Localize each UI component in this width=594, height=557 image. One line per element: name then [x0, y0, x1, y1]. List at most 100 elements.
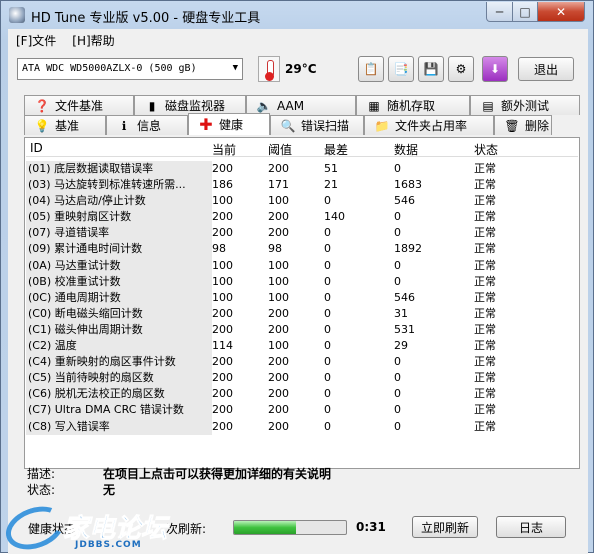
table-row[interactable]: (C5) 当前待映射的扇区数 200 200 0 0 正常	[26, 370, 578, 387]
tabs-bottom-row: 💡 基准 ℹ 信息 ✚ 健康 🔍 错误扫描 📁 文件夹占用率 🗑 删除	[24, 113, 552, 135]
cell-id: (C6) 脱机无法校正的扇区数	[26, 386, 212, 403]
cell-current: 200	[212, 322, 233, 336]
cell-current: 100	[212, 258, 233, 272]
table-row[interactable]: (03) 马达旋转到标准转速所需... 186 171 21 1683 正常	[26, 177, 578, 194]
col-threshold[interactable]: 阈值	[268, 139, 324, 157]
menu-help[interactable]: [H]帮助	[72, 32, 114, 49]
col-data[interactable]: 数据	[394, 139, 474, 157]
tab-info[interactable]: ℹ 信息	[106, 115, 188, 135]
cell-id: (C5) 当前待映射的扇区数	[26, 370, 212, 387]
table-row[interactable]: (01) 底层数据读取错误率 200 200 51 0 正常	[26, 161, 578, 178]
smart-table: ID 当前 阈值 最差 数据 状态 (01) 底层数据读取错误率 200 200 51…	[24, 137, 580, 469]
refresh-now-button[interactable]: 立即刷新	[412, 516, 478, 538]
cell-current: 100	[212, 290, 233, 304]
table-row[interactable]: (04) 马达启动/停止计数 100 100 0 546 正常	[26, 193, 578, 210]
log-button[interactable]: 日志	[496, 516, 566, 538]
cell-threshold: 100	[268, 274, 289, 288]
cell-id: (07) 寻道错误率	[26, 225, 212, 242]
cell-status: 正常	[474, 226, 496, 240]
tab-aam[interactable]: 🔈 AAM	[246, 95, 356, 115]
cell-status: 正常	[474, 290, 496, 304]
cell-data: 0	[394, 371, 401, 385]
copy-icon: 📋	[363, 62, 379, 76]
table-row[interactable]: (0A) 马达重试计数 100 100 0 0 正常	[26, 257, 578, 274]
col-current[interactable]: 当前	[212, 139, 268, 157]
title-bar[interactable]: HD Tune 专业版 v5.00 - 硬盘专业工具 ─ □ ✕	[1, 1, 593, 29]
tab-random-access[interactable]: ▦ 随机存取	[356, 95, 470, 115]
tab-disk-monitor[interactable]: ▮ 磁盘监视器	[134, 95, 246, 115]
tab-file-benchmark[interactable]: ❓ 文件基准	[24, 95, 134, 115]
cell-status: 正常	[474, 258, 496, 272]
lightbulb-icon: 💡	[34, 118, 50, 133]
table-row[interactable]: (09) 累计通电时间计数 98 98 0 1892 正常	[26, 241, 578, 258]
cell-worst: 140	[324, 210, 345, 224]
menu-file[interactable]: [F]文件	[16, 32, 56, 49]
cell-threshold: 171	[268, 178, 289, 192]
state-value: 无	[103, 483, 116, 497]
folder-icon: 📁	[374, 118, 390, 133]
cell-current: 186	[212, 178, 233, 192]
save-button[interactable]: 💾	[418, 56, 444, 82]
cell-data: 1683	[394, 178, 422, 192]
table-row[interactable]: (C2) 温度 114 100 0 29 正常	[26, 338, 578, 355]
table-row[interactable]: (C7) Ultra DMA CRC 错误计数 200 200 0 0 正常	[26, 402, 578, 419]
cell-threshold: 98	[268, 242, 282, 256]
minimize-button[interactable]: ─	[486, 2, 513, 22]
cell-status: 正常	[474, 403, 496, 417]
cell-worst: 0	[324, 274, 331, 288]
cell-threshold: 200	[268, 210, 289, 224]
table-row[interactable]: (0B) 校准重试计数 100 100 0 0 正常	[26, 273, 578, 290]
settings-button[interactable]: ⚙	[448, 56, 474, 82]
col-worst[interactable]: 最差	[324, 139, 394, 157]
table-row[interactable]: (05) 重映射扇区计数 200 200 140 0 正常	[26, 209, 578, 226]
close-button[interactable]: ✕	[537, 2, 585, 22]
table-row[interactable]: (C8) 写入错误率 200 200 0 0 正常	[26, 418, 578, 435]
cell-current: 200	[212, 162, 233, 175]
cell-worst: 0	[324, 258, 331, 272]
tab-benchmark[interactable]: 💡 基准	[24, 115, 106, 135]
client-area: [F]文件 [H]帮助 ATA WDC WD5000AZLX-0 (500 gB…	[8, 29, 588, 554]
temperature-readout: 29°C	[285, 62, 317, 76]
col-status[interactable]: 状态	[474, 139, 534, 157]
cell-threshold: 200	[268, 419, 289, 433]
cell-worst: 0	[324, 242, 331, 256]
cell-status: 正常	[474, 242, 496, 256]
cell-data: 0	[394, 355, 401, 369]
cell-status: 正常	[474, 322, 496, 336]
cell-data: 0	[394, 403, 401, 417]
tab-error-scan[interactable]: 🔍 错误扫描	[270, 115, 364, 135]
cell-threshold: 200	[268, 387, 289, 401]
app-window: HD Tune 专业版 v5.00 - 硬盘专业工具 ─ □ ✕ [F]文件 […	[0, 0, 594, 557]
copy-info-button[interactable]: 📑	[388, 56, 414, 82]
trash-icon: 🗑	[504, 118, 520, 133]
cell-status: 正常	[474, 194, 496, 208]
cell-current: 200	[212, 387, 233, 401]
cell-id: (01) 底层数据读取错误率	[26, 161, 212, 178]
watermark-url: JDBBS.COM	[75, 540, 142, 550]
cell-current: 98	[212, 242, 226, 256]
table-row[interactable]: (C6) 脱机无法校正的扇区数 200 200 0 0 正常	[26, 386, 578, 403]
table-row[interactable]: (0C) 通电周期计数 100 100 0 546 正常	[26, 289, 578, 306]
cell-worst: 0	[324, 194, 331, 208]
maximize-button[interactable]: □	[512, 2, 538, 22]
table-row[interactable]: (07) 寻道错误率 200 200 0 0 正常	[26, 225, 578, 242]
table-row[interactable]: (C1) 磁头伸出周期计数 200 200 0 531 正常	[26, 321, 578, 339]
app-icon	[9, 7, 25, 23]
col-id[interactable]: ID	[26, 139, 212, 156]
tabs-top-row: ❓ 文件基准 ▮ 磁盘监视器 🔈 AAM ▦ 随机存取 ▤ 额外测试	[24, 95, 580, 115]
cell-data: 29	[394, 339, 408, 353]
exit-button[interactable]: 退出	[518, 57, 574, 81]
copy-button[interactable]: 📋	[358, 56, 384, 82]
cell-id: (C4) 重新映射的扇区事件计数	[26, 354, 212, 371]
tab-extra-tests[interactable]: ▤ 额外测试	[470, 95, 580, 115]
cell-worst: 21	[324, 178, 338, 192]
table-row[interactable]: (C4) 重新映射的扇区事件计数 200 200 0 0 正常	[26, 354, 578, 371]
download-button[interactable]: ⬇	[482, 56, 508, 82]
drive-select[interactable]: ATA WDC WD5000AZLX-0 (500 gB) ▼	[17, 58, 243, 80]
cell-threshold: 200	[268, 355, 289, 369]
table-body: (01) 底层数据读取错误率 200 200 51 0 正常 (03) 马达旋转到标准转速所…	[26, 161, 578, 435]
tab-erase[interactable]: 🗑 删除	[494, 115, 552, 135]
tab-folder-usage[interactable]: 📁 文件夹占用率	[364, 115, 494, 135]
tab-health[interactable]: ✚ 健康	[188, 113, 270, 135]
table-row[interactable]: (C0) 断电磁头缩回计数 200 200 0 31 正常	[26, 305, 578, 322]
